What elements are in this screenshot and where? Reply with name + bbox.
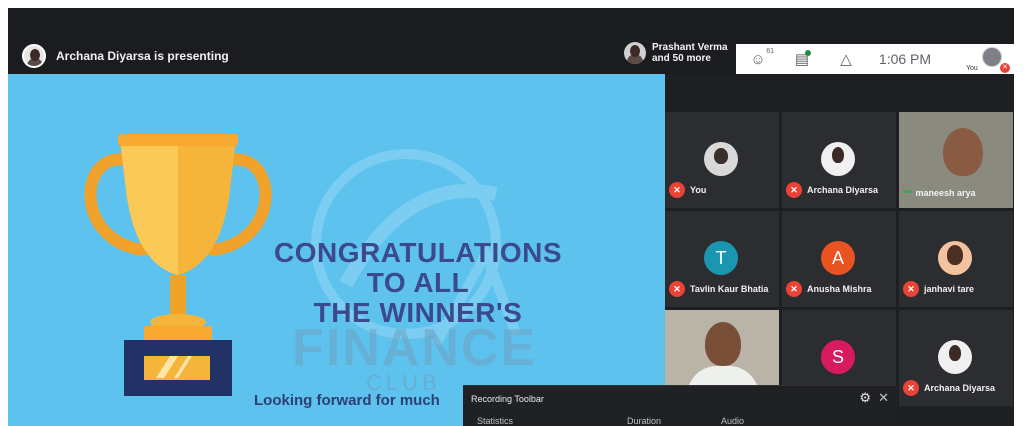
duration-label: Duration [627,416,662,426]
participant-tile[interactable]: A ✕ Anusha Mishra [782,211,896,307]
heading-line-2: TO ALL [366,267,470,298]
avatar: S [821,340,855,374]
gear-icon[interactable]: ⚙ [859,390,871,406]
mic-off-icon: ✕ [1000,63,1010,73]
video-feed [943,128,983,176]
mic-off-icon: ✕ [903,281,919,297]
people-icon: ☺ [750,50,766,68]
heading-line-3: THE WINNER'S [313,297,523,328]
avatar [938,340,972,374]
audio-label: Audio [721,416,745,426]
chat-button[interactable]: ▤ [780,44,824,74]
tile-label: ✕ janhavi tare [903,281,974,297]
avatar-initial: S [831,346,844,367]
tile-label: ✕ You [669,182,706,198]
statistics-label: Statistics [477,416,514,426]
recording-toolbar-title: Recording Toolbar [471,394,544,404]
participant-tile[interactable]: ✕ janhavi tare [899,211,1013,307]
participant-name: You [690,185,707,195]
tile-label: ••• maneesh arya [903,187,976,198]
participant-video-tile[interactable]: ••• maneesh arya [899,112,1013,208]
mic-off-icon: ✕ [669,281,685,297]
self-view-chip[interactable]: You ✕ [966,45,1010,73]
meeting-window: Archana Diyarsa is presenting Prashant V… [8,8,1014,426]
close-icon[interactable]: ✕ [878,390,889,406]
congratulations-heading: CONGRATULATIONS TO ALL THE WINNER'S [238,238,598,328]
presenter-banner: Archana Diyarsa is presenting [22,44,229,68]
presenter-label: Archana Diyarsa is presenting [56,49,229,63]
avatar: T [704,241,738,275]
tile-label: ✕ Archana Diyarsa [903,380,995,396]
participant-name: Archana Diyarsa [807,185,879,195]
shapes-icon: △ [840,51,852,68]
avatar [821,142,855,176]
mic-off-icon: ✕ [669,182,685,198]
participants-button[interactable]: ☺ 61 [736,44,780,74]
participant-tile[interactable]: ✕ You [665,112,779,208]
chat-unread-dot [805,50,811,56]
participant-tile[interactable]: T ✕ Tavlin Kaur Bhatia [665,211,779,307]
recording-toolbar[interactable]: Recording Toolbar ⚙ ✕ Statistics Duratio… [463,385,897,426]
presenter-avatar [22,44,46,68]
mic-off-icon: ✕ [903,380,919,396]
heading-line-1: CONGRATULATIONS [274,237,562,268]
avatar [938,241,972,275]
avatar-initial: T [715,247,727,268]
presentation-slide: FINANCE CLUB CONGRATULATIONS TO ALL THE … [8,74,665,426]
avatar-initial: A [831,247,844,268]
tile-label: ✕ Tavlin Kaur Bhatia [669,281,768,297]
people-chip[interactable]: Prashant Verma and 50 more [624,42,728,64]
participant-name: janhavi tare [924,284,975,294]
avatar: A [821,241,855,275]
self-label: You [966,65,978,72]
self-avatar [982,47,1002,67]
participant-name: maneesh arya [915,187,976,198]
avatar [704,142,738,176]
people-line2: and 50 more [652,53,711,64]
video-feed [705,322,741,366]
mic-off-icon: ✕ [786,182,802,198]
tile-label: ✕ Anusha Mishra [786,281,872,297]
participant-grid: ✕ You ✕ Archana Diyarsa ••• maneesh arya… [665,74,1014,426]
slide-subline: Looking forward for much [254,392,440,409]
mic-off-icon: ✕ [786,281,802,297]
participants-count: 61 [766,48,774,55]
participant-tile[interactable]: ✕ Archana Diyarsa [782,112,896,208]
participant-name: Tavlin Kaur Bhatia [690,284,769,294]
recording-columns: Statistics Duration Audio [477,416,744,426]
meeting-toolbar: ☺ 61 ▤ △ 1:06 PM You ✕ [736,44,1014,74]
clock: 1:06 PM [878,51,932,67]
participant-avatar [624,42,646,64]
speaking-indicator-icon: ••• [903,187,911,198]
tile-label: ✕ Archana Diyarsa [786,182,878,198]
participant-tile[interactable]: ✕ Archana Diyarsa [899,310,1013,406]
activities-button[interactable]: △ [824,44,868,74]
top-bar: Archana Diyarsa is presenting Prashant V… [8,8,1014,74]
participant-name: Anusha Mishra [807,284,872,294]
people-line1: Prashant Verma [652,42,728,53]
participant-name: Archana Diyarsa [924,383,996,393]
